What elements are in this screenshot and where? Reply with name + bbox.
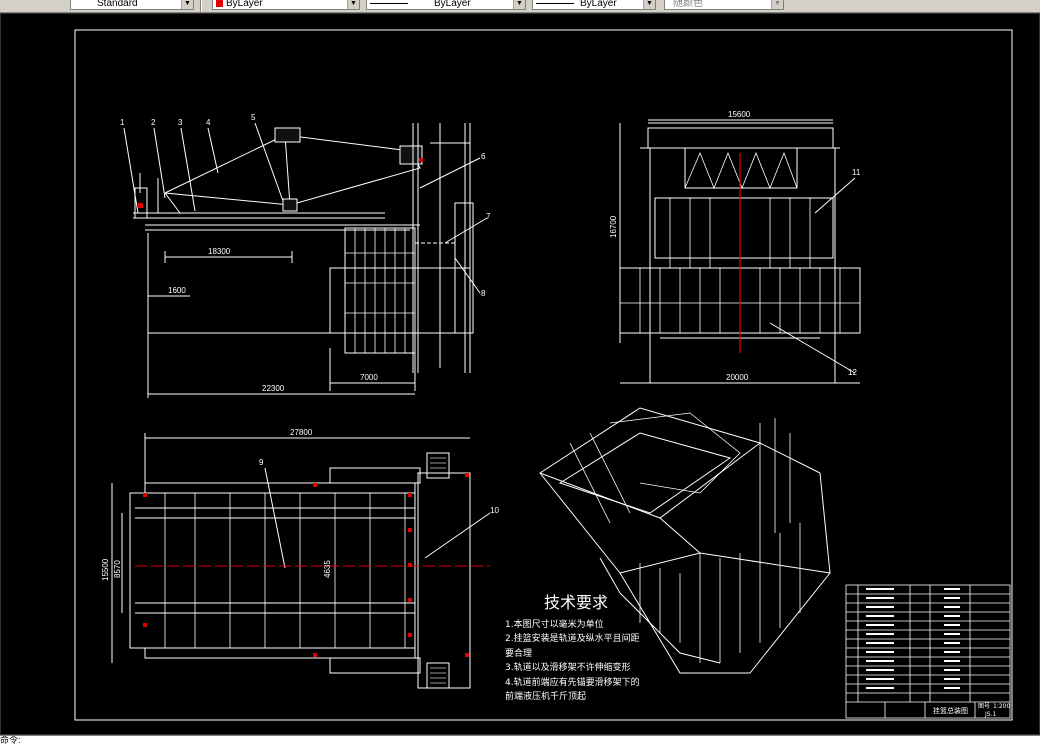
color-value: ByLayer [226,0,263,9]
color-dropdown[interactable]: ByLayer ▼ [212,0,360,10]
drawing-title: 挂篮总装图 [933,706,968,715]
color-swatch-icon [216,0,223,7]
dim-22300: 22300 [262,384,285,393]
plotstyle-value: 随颜色 [673,0,703,9]
lineweight-dropdown[interactable]: ByLayer ▼ [532,0,656,10]
tech-req-line: 3.轨道以及滑移架不许伸缩变形 [505,661,631,673]
technical-requirements: 技术要求 1.本图尺寸以毫米为单位 2.挂篮安装是轨道及纵水平且间距 要合理 3… [505,593,640,702]
callout-3: 3 [178,118,183,127]
linetype-dropdown[interactable]: ByLayer ▼ [366,0,526,10]
scale-value: 1:200 [993,703,1010,710]
chevron-down-icon: ▼ [347,0,359,9]
sheet-label: 图号 [978,703,990,710]
callout-12: 12 [848,368,857,377]
linetype-preview-icon [370,2,408,4]
tech-req-line: 要合理 [505,647,532,659]
dim-8570: 8570 [113,560,122,578]
tech-req-title: 技术要求 [544,593,608,612]
dim-15600: 15600 [728,110,751,119]
dim-20000: 20000 [726,373,749,382]
dim-7000: 7000 [360,373,378,382]
chevron-down-icon: ▼ [643,0,655,9]
text-style-value: Standard [97,0,138,9]
tech-req-line: 1.本图尺寸以毫米为单位 [505,618,604,630]
dim-27800: 27800 [290,428,313,437]
chevron-down-icon: ▼ [513,0,525,9]
callout-6: 6 [481,152,486,161]
part-callouts: 1 2 3 4 5 6 7 8 9 10 11 12 [120,113,861,515]
chevron-down-icon: ▼ [771,0,783,9]
properties-toolbar: Standard ▼ ByLayer ▼ ByLayer ▼ ByLayer ▼… [0,0,1040,13]
dim-15500: 15500 [101,558,110,581]
linetype-value: ByLayer [434,0,471,9]
tech-req-line: 2.挂篮安装是轨道及纵水平且间距 [505,632,640,644]
title-block-text: 挂篮总装图 图号 1:200 JS.1 [933,703,1010,718]
tech-req-line: 前端液压机千斤顶起 [505,690,586,702]
lineweight-preview-icon [536,2,574,4]
plotstyle-dropdown[interactable]: 随颜色 ▼ [664,0,784,10]
chevron-down-icon: ▼ [181,0,193,9]
lineweight-value: ByLayer [580,0,617,9]
callout-7: 7 [486,212,491,221]
drawing-canvas[interactable]: 18300 1600 7000 22300 15600 16700 20000 … [0,13,1040,735]
callout-5: 5 [251,113,256,122]
callout-11: 11 [852,168,861,177]
callout-8: 8 [481,289,486,298]
dim-4635: 4635 [323,560,332,578]
dim-1600: 1600 [168,286,186,295]
callout-10: 10 [490,506,499,515]
callout-9: 9 [259,458,264,467]
title-block [845,584,1011,719]
plan-view [111,433,491,689]
callout-2: 2 [151,118,156,127]
text-style-dropdown[interactable]: Standard ▼ [70,0,194,10]
sheet-number: JS.1 [984,711,996,718]
dim-16700: 16700 [609,215,618,238]
side-view [123,122,488,398]
dim-18300: 18300 [208,247,231,256]
callout-4: 4 [206,118,211,127]
tech-req-line: 4.轨道前端应有先锚要滑移架下的 [505,676,640,688]
toolbar-separator [200,0,202,12]
callout-1: 1 [120,118,125,127]
